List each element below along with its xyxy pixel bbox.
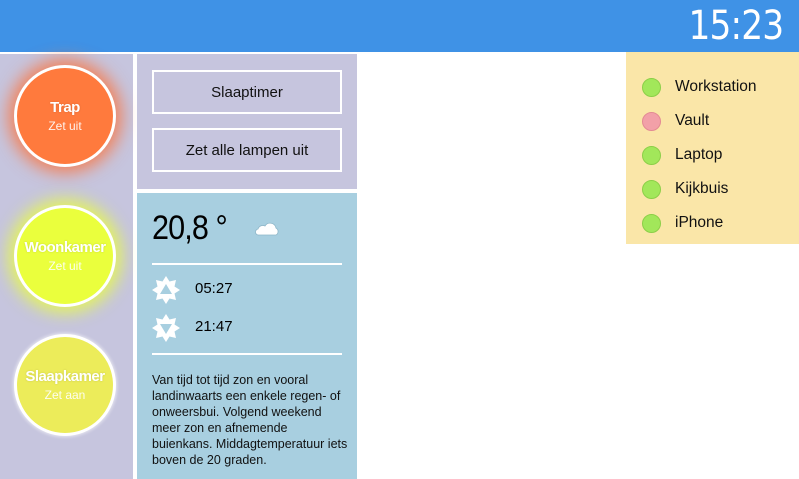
lamp-state: Zet uit (48, 119, 82, 133)
device-status-panel: Workstation Vault Laptop Kijkbuis iPhone (626, 52, 799, 244)
sunset-icon (152, 314, 180, 342)
lamp-toggle-slaapkamer[interactable]: Slaapkamer Zet aan (14, 334, 116, 436)
status-dot (642, 145, 661, 165)
device-name: Kijkbuis (675, 180, 729, 197)
status-dot (642, 213, 661, 233)
sleep-timer-button[interactable]: Slaaptimer (152, 70, 342, 114)
device-item-iphone[interactable]: iPhone (642, 212, 723, 234)
forecast-text: Van tijd tot tijd zon en vooral landinwa… (152, 373, 348, 467)
controls-panel: Slaaptimer Zet alle lampen uit (137, 54, 357, 189)
header-bar: 15:23 (0, 0, 799, 52)
device-item-kijkbuis[interactable]: Kijkbuis (642, 178, 728, 200)
lamp-name: Trap (50, 99, 80, 116)
lamp-name: Woonkamer (24, 239, 106, 256)
device-name: Laptop (675, 146, 723, 163)
lamp-name: Slaapkamer (25, 368, 105, 385)
weather-panel: 20,8 ° 05:27 21:47 Van tijd tot tijd zon… (137, 193, 357, 479)
device-name: Vault (675, 112, 710, 129)
device-item-workstation[interactable]: Workstation (642, 76, 757, 98)
lamp-state: Zet uit (48, 259, 82, 273)
status-dot (642, 111, 661, 131)
lamp-panel: Trap Zet uit Woonkamer Zet uit Slaapkame… (0, 54, 133, 479)
sunrise-time: 05:27 (195, 280, 233, 297)
lamp-toggle-trap[interactable]: Trap Zet uit (14, 65, 116, 167)
divider (152, 263, 342, 265)
clock: 15:23 (688, 3, 784, 49)
sunset-time: 21:47 (195, 318, 233, 335)
status-dot (642, 179, 661, 199)
temperature: 20,8 ° (152, 209, 228, 247)
status-dot (642, 77, 661, 97)
device-name: iPhone (675, 214, 724, 231)
all-lights-off-button[interactable]: Zet alle lampen uit (152, 128, 342, 172)
lamp-state: Zet aan (44, 388, 86, 402)
device-item-vault[interactable]: Vault (642, 110, 709, 132)
cloud-icon (255, 222, 279, 236)
sunrise-icon (152, 276, 180, 304)
device-name: Workstation (675, 78, 757, 95)
device-item-laptop[interactable]: Laptop (642, 144, 722, 166)
divider (152, 353, 342, 355)
lamp-toggle-woonkamer[interactable]: Woonkamer Zet uit (14, 205, 116, 307)
